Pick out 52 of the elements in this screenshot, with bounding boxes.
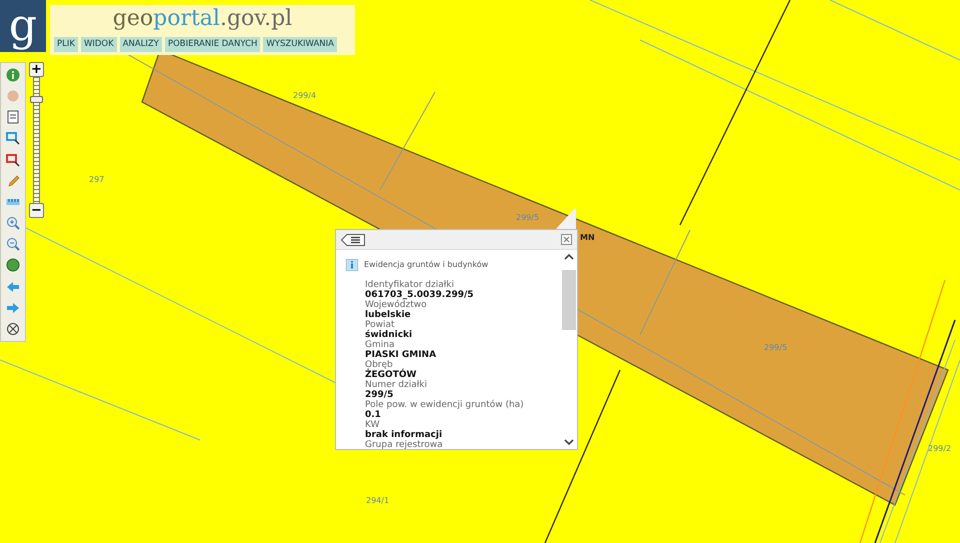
field-label: Województwo xyxy=(365,300,428,310)
scroll-down-icon[interactable] xyxy=(564,439,574,446)
parcel-label: 297 xyxy=(89,176,104,184)
parcel-label: 294/1 xyxy=(366,497,390,505)
zoom-in-button[interactable]: + xyxy=(29,62,44,77)
field-label: Pole pow. w ewidencji gruntów (ha) xyxy=(365,400,525,410)
parcel-label: 299/5 xyxy=(764,344,788,352)
parcel-label: 299/4 xyxy=(293,92,316,100)
field-label: Identyfikator działki xyxy=(365,280,456,290)
table-icon[interactable] xyxy=(6,110,20,124)
field-label: Numer działki xyxy=(365,380,428,390)
close-icon[interactable] xyxy=(561,234,572,245)
menu-item[interactable]: PLIK xyxy=(54,37,78,52)
logo-tile[interactable]: g xyxy=(0,0,46,52)
popup-title: Ewidencja gruntów i budynków xyxy=(364,259,488,271)
field-value: PIASKI GMINA xyxy=(365,350,438,360)
back-arrow-icon[interactable] xyxy=(6,280,20,294)
menu-item[interactable]: WIDOK xyxy=(80,37,117,52)
field-value: 061703_5.0039.299/5 xyxy=(365,290,475,300)
info-icon[interactable] xyxy=(6,68,20,82)
field-value: ŻEGOTÓW xyxy=(365,370,418,380)
zoom-in-icon[interactable] xyxy=(6,216,20,230)
field-label: Gmina xyxy=(365,340,396,350)
scroll-up-icon[interactable] xyxy=(564,253,574,260)
site-title: geoportal.gov.pl xyxy=(112,6,292,32)
parcel-label: 299/2 xyxy=(928,445,952,453)
parcel-label: 299/5 xyxy=(516,214,540,222)
field-value: świdnicki xyxy=(365,330,414,340)
parcel-label: MN xyxy=(580,234,595,242)
zoom-out-icon[interactable] xyxy=(6,237,20,252)
field-value: brak informacji xyxy=(365,430,444,440)
pencil-icon[interactable] xyxy=(6,174,20,188)
zoom-slider[interactable] xyxy=(33,77,40,203)
menu-item[interactable]: WYSZUKIWANIA xyxy=(263,37,337,52)
field-value: 0.1 xyxy=(365,410,382,420)
menu-item[interactable]: ANALIZY xyxy=(120,37,162,52)
scrollbar-thumb[interactable] xyxy=(562,270,576,330)
zoom-out-button[interactable]: − xyxy=(29,203,44,218)
field-label: Grupa rejestrowa xyxy=(365,440,444,450)
crosshair-icon[interactable] xyxy=(6,322,20,336)
field-value: 299/5 xyxy=(365,390,394,400)
forward-arrow-icon[interactable] xyxy=(6,300,20,315)
back-list-icon[interactable] xyxy=(341,234,365,246)
box-remove-icon[interactable] xyxy=(6,152,20,167)
field-label: Obręb xyxy=(365,360,393,370)
field-label: Powiat xyxy=(365,320,395,330)
field-label: KW xyxy=(365,420,380,430)
box-select-icon[interactable] xyxy=(6,131,20,146)
menu-item[interactable]: POBIERANIE DANYCH xyxy=(164,37,260,52)
info-icon xyxy=(346,259,358,271)
zoom-slider-thumb[interactable] xyxy=(30,96,43,104)
field-value: lubelskie xyxy=(365,310,412,320)
